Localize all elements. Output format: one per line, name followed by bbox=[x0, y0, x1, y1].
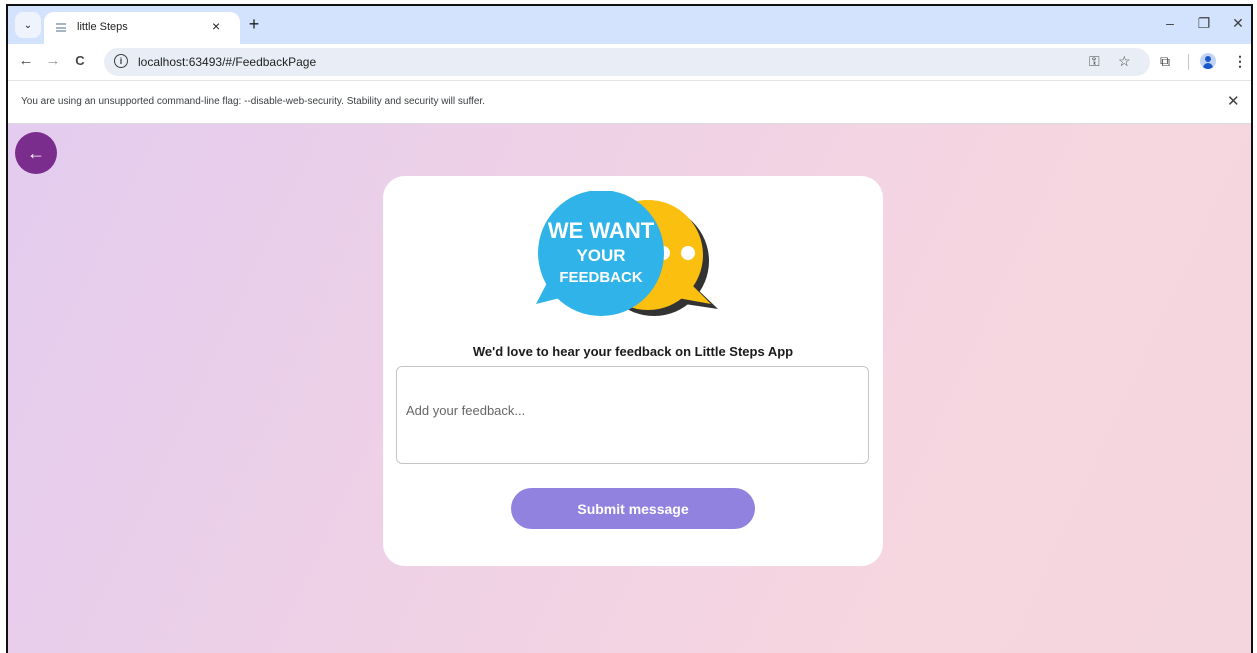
tab-little-steps[interactable]: little Steps × bbox=[44, 12, 240, 44]
tab-search-button[interactable]: ⌄ bbox=[15, 12, 41, 38]
reload-button[interactable]: C bbox=[70, 53, 90, 68]
close-window-button[interactable]: ✕ bbox=[1226, 15, 1250, 32]
toolbar-divider bbox=[1188, 54, 1189, 70]
puzzle-icon[interactable]: ⧉ bbox=[1160, 53, 1170, 70]
page-favicon-icon bbox=[56, 23, 66, 32]
arrow-left-icon: ← bbox=[27, 142, 45, 163]
feedback-input[interactable] bbox=[396, 366, 869, 464]
page-viewport: ← WE WANT YOUR FEEDBACK We'd love to hea… bbox=[8, 124, 1251, 653]
profile-avatar-icon[interactable] bbox=[1200, 53, 1216, 69]
infobar-close-icon[interactable]: ✕ bbox=[1227, 92, 1240, 110]
key-icon[interactable]: ⚿ bbox=[1089, 53, 1100, 70]
tab-title: little Steps bbox=[77, 21, 128, 33]
site-info-icon[interactable]: i bbox=[114, 54, 128, 68]
feedback-logo: WE WANT YOUR FEEDBACK bbox=[528, 190, 738, 326]
speech-bubbles-icon: WE WANT YOUR FEEDBACK bbox=[536, 190, 718, 316]
url-text[interactable]: localhost:63493/#/FeedbackPage bbox=[138, 55, 316, 69]
kebab-menu-icon[interactable]: ⋮ bbox=[1233, 53, 1247, 70]
chevron-down-icon: ⌄ bbox=[23, 19, 33, 31]
infobar-message: You are using an unsupported command-lin… bbox=[21, 96, 485, 107]
feedback-card: WE WANT YOUR FEEDBACK We'd love to hear … bbox=[383, 176, 883, 566]
tab-close-icon[interactable]: × bbox=[212, 18, 220, 34]
minimize-button[interactable]: – bbox=[1158, 15, 1182, 31]
browser-toolbar: ← → C i localhost:63493/#/FeedbackPage ⚿… bbox=[8, 44, 1251, 80]
logo-line-3: FEEDBACK bbox=[559, 269, 643, 286]
back-button[interactable]: ← bbox=[15, 132, 57, 174]
restore-button[interactable]: ❐ bbox=[1192, 15, 1216, 32]
logo-line-2: YOUR bbox=[576, 246, 625, 265]
warning-infobar: You are using an unsupported command-lin… bbox=[8, 80, 1251, 124]
browser-window: ⌄ little Steps × + – ❐ ✕ ← → C i localho… bbox=[6, 4, 1253, 653]
logo-line-1: WE WANT bbox=[548, 218, 655, 243]
forward-nav-button[interactable]: → bbox=[43, 52, 63, 69]
address-bar[interactable]: i localhost:63493/#/FeedbackPage ⚿ ☆ bbox=[104, 48, 1150, 76]
new-tab-button[interactable]: + bbox=[244, 14, 264, 35]
tab-strip: ⌄ little Steps × + – ❐ ✕ bbox=[8, 6, 1251, 44]
back-nav-button[interactable]: ← bbox=[16, 52, 36, 69]
star-icon[interactable]: ☆ bbox=[1118, 53, 1131, 70]
submit-message-button[interactable]: Submit message bbox=[511, 488, 755, 529]
feedback-prompt: We'd love to hear your feedback on Littl… bbox=[472, 344, 794, 359]
